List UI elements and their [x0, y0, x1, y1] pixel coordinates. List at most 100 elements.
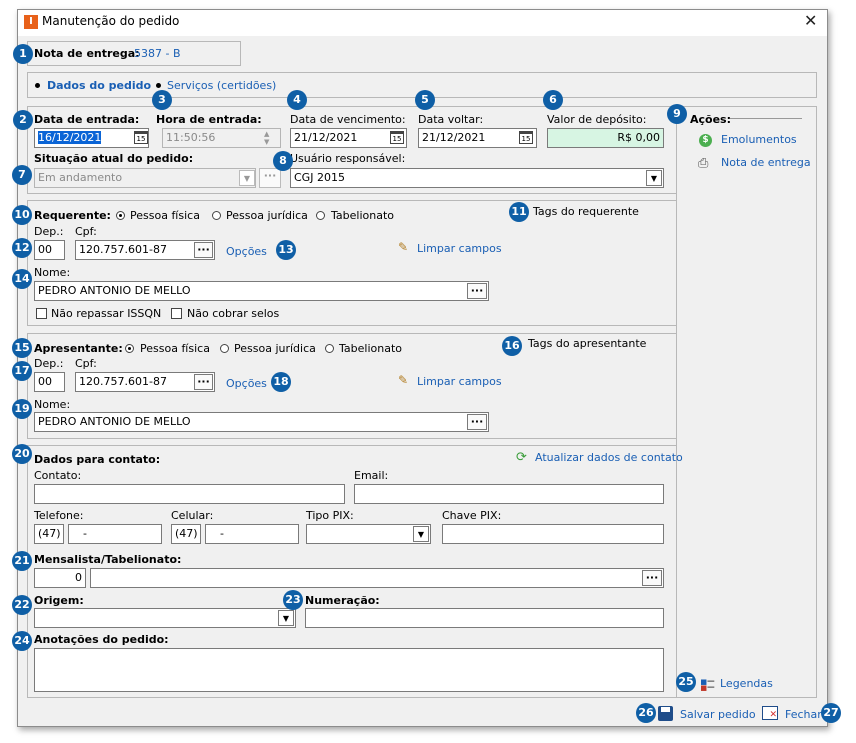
callout-badge: 20 — [12, 444, 32, 464]
close-icon[interactable]: ✕ — [804, 13, 817, 29]
data-entrada-input[interactable]: 16/12/2021 — [34, 128, 149, 148]
callout-badge: 26 — [636, 703, 656, 723]
apresentante-fisica-label: Pessoa física — [140, 342, 210, 355]
requerente-nome-input[interactable]: PEDRO ANTONIO DE MELLO — [34, 281, 489, 301]
callout-badge: 1 — [13, 44, 33, 64]
tab-dados-pedido[interactable]: Dados do pedido — [47, 79, 151, 92]
mensalista-name-input[interactable] — [90, 568, 664, 588]
apresentante-tags[interactable]: Tags do apresentante — [528, 337, 646, 350]
callout-badge: 21 — [12, 551, 32, 571]
nota-entrega-link[interactable]: Nota de entrega — [721, 156, 811, 169]
requerente-juridica-radio[interactable] — [212, 211, 221, 220]
tab-bullet-icon — [35, 83, 40, 88]
apresentante-tabelionato-radio[interactable] — [325, 344, 334, 353]
requerente-nome-lookup-button[interactable]: ··· — [467, 283, 487, 299]
callout-badge: 23 — [283, 590, 303, 610]
requerente-limpar-link[interactable]: Limpar campos — [417, 242, 502, 255]
chevron-down-icon[interactable]: ▼ — [413, 526, 429, 542]
apresentante-fisica-radio[interactable] — [125, 344, 134, 353]
requerente-tags[interactable]: Tags do requerente — [533, 205, 639, 218]
requerente-tabelionato-radio[interactable] — [316, 211, 325, 220]
fechar-button[interactable]: Fechar — [785, 708, 822, 721]
nao-repassar-checkbox[interactable] — [36, 308, 47, 319]
hora-entrada-label: Hora de entrada: — [156, 113, 262, 126]
requerente-fisica-label: Pessoa física — [130, 209, 200, 222]
apresentante-opcoes-link[interactable]: Opções — [226, 377, 267, 390]
apresentante-nome-lookup-button[interactable]: ··· — [467, 414, 487, 430]
deposito-label: Valor de depósito: — [547, 113, 647, 126]
callout-badge: 24 — [12, 631, 32, 651]
data-entrada-label: Data de entrada: — [34, 113, 140, 126]
contato-input[interactable] — [34, 484, 345, 504]
apresentante-dep-label: Dep.: — [34, 357, 64, 370]
acoes-panel — [676, 106, 817, 698]
callout-badge: 12 — [12, 238, 32, 258]
callout-badge: 9 — [667, 104, 687, 124]
email-label: Email: — [354, 469, 389, 482]
mensalista-code-input[interactable]: 0 — [34, 568, 86, 588]
celular-ddd-input[interactable]: (47) — [171, 524, 201, 544]
tab-bullet-icon — [156, 83, 161, 88]
close-window-icon: ✕ — [762, 706, 778, 720]
apresentante-cpf-lookup-button[interactable]: ··· — [194, 374, 213, 390]
refresh-icon: ⟳ — [516, 450, 527, 465]
callout-badge: 6 — [543, 90, 563, 110]
emolumentos-link[interactable]: Emolumentos — [721, 133, 797, 146]
calendar-icon[interactable]: 15 — [519, 131, 533, 144]
apresentante-nome-input[interactable]: PEDRO ANTONIO DE MELLO — [34, 412, 489, 432]
apresentante-juridica-radio[interactable] — [220, 344, 229, 353]
requerente-fisica-radio[interactable] — [116, 211, 125, 220]
legend-icon: ▪─ ▪─ — [700, 675, 715, 694]
voltar-label: Data voltar: — [418, 113, 484, 126]
nao-cobrar-checkbox[interactable] — [171, 308, 182, 319]
nota-entrega-value: 5387 - B — [134, 47, 181, 60]
requerente-nome-label: Nome: — [34, 266, 71, 279]
numeracao-input[interactable] — [305, 608, 664, 628]
requerente-opcoes-link[interactable]: Opções — [226, 245, 267, 258]
telefone-ddd-input[interactable]: (47) — [34, 524, 64, 544]
requerente-dep-input[interactable]: 00 — [34, 240, 65, 260]
legendas-link[interactable]: Legendas — [720, 677, 773, 690]
callout-badge: 2 — [13, 110, 33, 130]
callout-badge: 3 — [152, 90, 172, 110]
callout-badge: 22 — [12, 595, 32, 615]
printer-icon: ⎙ — [698, 156, 709, 171]
acoes-divider — [730, 118, 802, 119]
usuario-select[interactable]: CGJ 2015 — [290, 168, 664, 188]
telefone-number-input[interactable]: - — [68, 524, 162, 544]
contato-title: Dados para contato: — [34, 453, 161, 466]
nao-repassar-label: Não repassar ISSQN — [51, 307, 162, 320]
app-icon: I — [24, 15, 38, 29]
anotacoes-textarea[interactable] — [34, 648, 664, 692]
callout-badge: 11 — [509, 202, 529, 222]
salvar-pedido-button[interactable]: Salvar pedido — [680, 708, 756, 721]
apresentante-tabelionato-label: Tabelionato — [339, 342, 402, 355]
origem-select[interactable] — [34, 608, 296, 628]
calendar-icon[interactable]: 15 — [390, 131, 404, 144]
email-input[interactable] — [354, 484, 664, 504]
anotacoes-label: Anotações do pedido: — [34, 633, 169, 646]
callout-badge: 18 — [271, 372, 291, 392]
apresentante-dep-input[interactable]: 00 — [34, 372, 65, 392]
chevron-down-icon[interactable]: ▼ — [646, 170, 662, 186]
callout-badge: 25 — [676, 672, 696, 692]
celular-number-input[interactable]: - — [205, 524, 299, 544]
spin-icon: ▲ ▼ — [264, 130, 270, 146]
celular-label: Celular: — [171, 509, 214, 522]
telefone-label: Telefone: — [34, 509, 84, 522]
callout-badge: 14 — [12, 269, 32, 289]
tab-servicos[interactable]: Serviços (certidões) — [167, 79, 276, 92]
acoes-title: Ações: — [690, 113, 731, 126]
deposito-input[interactable]: R$ 0,00 — [547, 128, 664, 148]
origem-label: Origem: — [34, 594, 84, 607]
atualizar-contato-link[interactable]: Atualizar dados de contato — [535, 451, 683, 464]
requerente-cpf-lookup-button[interactable]: ··· — [194, 242, 213, 258]
chevron-down-icon[interactable]: ▼ — [278, 610, 294, 626]
vencimento-label: Data de vencimento: — [290, 113, 406, 126]
calendar-icon[interactable]: 15 — [134, 131, 148, 144]
callout-badge: 5 — [415, 90, 435, 110]
pix-chave-input[interactable] — [442, 524, 664, 544]
pix-tipo-label: Tipo PIX: — [306, 509, 354, 522]
apresentante-limpar-link[interactable]: Limpar campos — [417, 375, 502, 388]
mensalista-lookup-button[interactable]: ··· — [642, 570, 662, 586]
